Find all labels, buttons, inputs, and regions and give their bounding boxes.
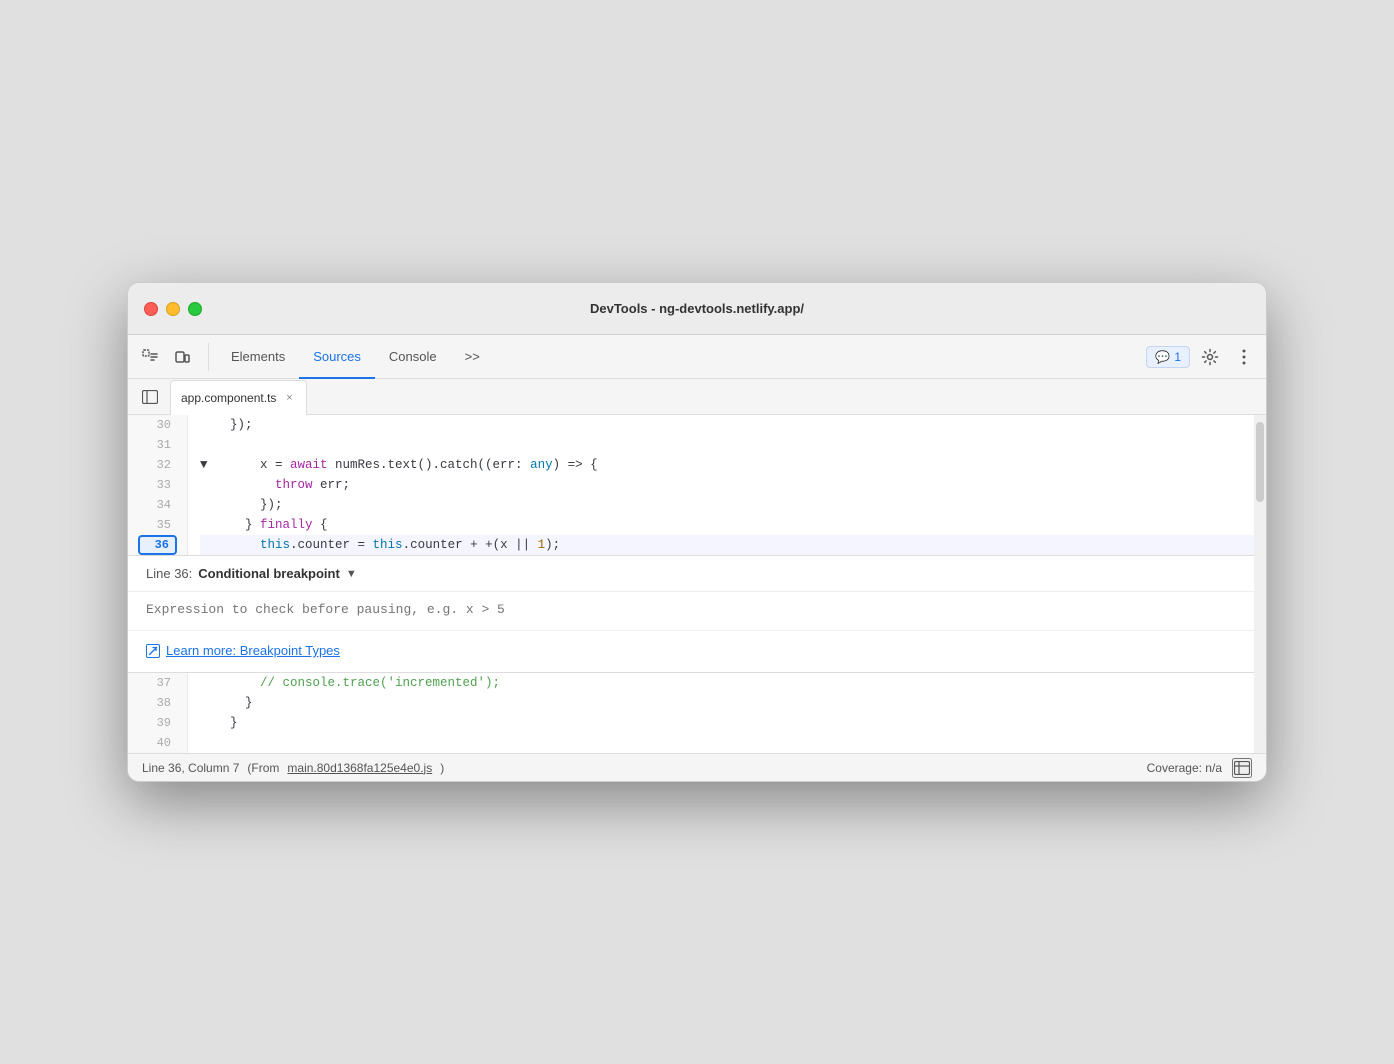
line-num-30: 30 — [138, 415, 177, 435]
tab-console[interactable]: Console — [375, 335, 451, 379]
code-line-36: this.counter = this.counter + +(x || 1); — [200, 535, 1266, 555]
line-num-38: 38 — [138, 693, 177, 713]
line-num-34: 34 — [138, 495, 177, 515]
line-num-40: 40 — [138, 733, 177, 753]
inspect-element-icon[interactable] — [136, 343, 164, 371]
coverage-icon[interactable] — [1232, 758, 1252, 778]
code-block-bottom: 37 38 39 40 // console.trace('incremente… — [128, 673, 1266, 753]
code-line-39: } — [200, 713, 1266, 733]
breakpoint-dropdown-icon[interactable]: ▼ — [346, 568, 357, 580]
badge-count: 1 — [1174, 350, 1181, 364]
status-right: Coverage: n/a — [1147, 758, 1252, 778]
coverage-label: Coverage: n/a — [1147, 761, 1222, 775]
code-line-38: } — [200, 693, 1266, 713]
code-editor: 30 31 32 33 34 35 36 }); ▼ x = await num… — [128, 415, 1266, 753]
console-messages-badge[interactable]: 💬 1 — [1146, 346, 1190, 368]
window-title: DevTools - ng-devtools.netlify.app/ — [590, 301, 804, 316]
tab-sources[interactable]: Sources — [299, 335, 375, 379]
devtools-window: DevTools - ng-devtools.netlify.app/ Elem… — [127, 282, 1267, 782]
code-lines-bottom: // console.trace('incremented'); } } — [188, 673, 1266, 753]
vertical-scrollbar[interactable] — [1254, 415, 1266, 753]
code-lines-top: }); ▼ x = await numRes.text().catch((err… — [188, 415, 1266, 555]
code-line-35: } finally { — [200, 515, 1266, 535]
line-numbers-bottom: 37 38 39 40 — [128, 673, 188, 753]
line-num-35: 35 — [138, 515, 177, 535]
code-line-32: ▼ x = await numRes.text().catch((err: an… — [200, 455, 1266, 475]
file-tab-app-component[interactable]: app.component.ts × — [170, 380, 307, 416]
code-line-33: throw err; — [200, 475, 1266, 495]
line-numbers-top: 30 31 32 33 34 35 36 — [128, 415, 188, 555]
line-num-31: 31 — [138, 435, 177, 455]
breakpoint-input-area — [128, 592, 1266, 631]
external-link-icon — [146, 644, 160, 658]
breakpoint-expression-input[interactable] — [146, 602, 1248, 617]
line-num-39: 39 — [138, 713, 177, 733]
breakpoint-link-area: Learn more: Breakpoint Types — [128, 631, 1266, 672]
devtools-icon-group — [136, 343, 209, 371]
sidebar-toggle-icon[interactable] — [136, 383, 164, 411]
cursor-position: Line 36, Column 7 — [142, 761, 239, 775]
line-num-37: 37 — [138, 673, 177, 693]
line-num-32: 32 — [138, 455, 177, 475]
more-options-icon[interactable] — [1230, 343, 1258, 371]
file-tab-name: app.component.ts — [181, 391, 276, 405]
file-tabbar: app.component.ts × — [128, 379, 1266, 415]
maximize-button[interactable] — [188, 302, 202, 316]
tab-more[interactable]: >> — [451, 335, 494, 379]
breakpoint-type-label: Conditional breakpoint — [198, 566, 340, 581]
titlebar: DevTools - ng-devtools.netlify.app/ — [128, 283, 1266, 335]
code-line-37: // console.trace('incremented'); — [200, 673, 1266, 693]
source-suffix: ) — [440, 761, 444, 775]
breakpoint-popup: Line 36: Conditional breakpoint ▼ Learn … — [128, 555, 1266, 673]
devtools-right-actions: 💬 1 — [1146, 343, 1258, 371]
settings-icon[interactable] — [1196, 343, 1224, 371]
line-num-36-active: 36 — [138, 535, 177, 555]
status-bar: Line 36, Column 7 (From main.80d1368fa12… — [128, 753, 1266, 781]
scrollbar-thumb[interactable] — [1256, 422, 1264, 502]
breakpoint-header: Line 36: Conditional breakpoint ▼ — [128, 556, 1266, 592]
breakpoint-line-label: Line 36: — [146, 566, 192, 581]
code-line-30: }); — [200, 415, 1266, 435]
learn-more-link[interactable]: Learn more: Breakpoint Types — [166, 643, 340, 658]
code-line-34: }); — [200, 495, 1266, 515]
tab-elements[interactable]: Elements — [217, 335, 299, 379]
code-block-top: 30 31 32 33 34 35 36 }); ▼ x = await num… — [128, 415, 1266, 555]
code-line-31 — [200, 435, 1266, 455]
message-icon: 💬 — [1155, 350, 1170, 364]
devtools-tabbar: Elements Sources Console >> 💬 1 — [128, 335, 1266, 379]
traffic-lights — [144, 302, 202, 316]
close-button[interactable] — [144, 302, 158, 316]
source-file-link[interactable]: main.80d1368fa125e4e0.js — [287, 761, 432, 775]
file-tab-close-icon[interactable]: × — [282, 391, 296, 405]
device-toggle-icon[interactable] — [168, 343, 196, 371]
code-line-40 — [200, 733, 1266, 753]
minimize-button[interactable] — [166, 302, 180, 316]
source-prefix: (From — [247, 761, 279, 775]
line-num-33: 33 — [138, 475, 177, 495]
